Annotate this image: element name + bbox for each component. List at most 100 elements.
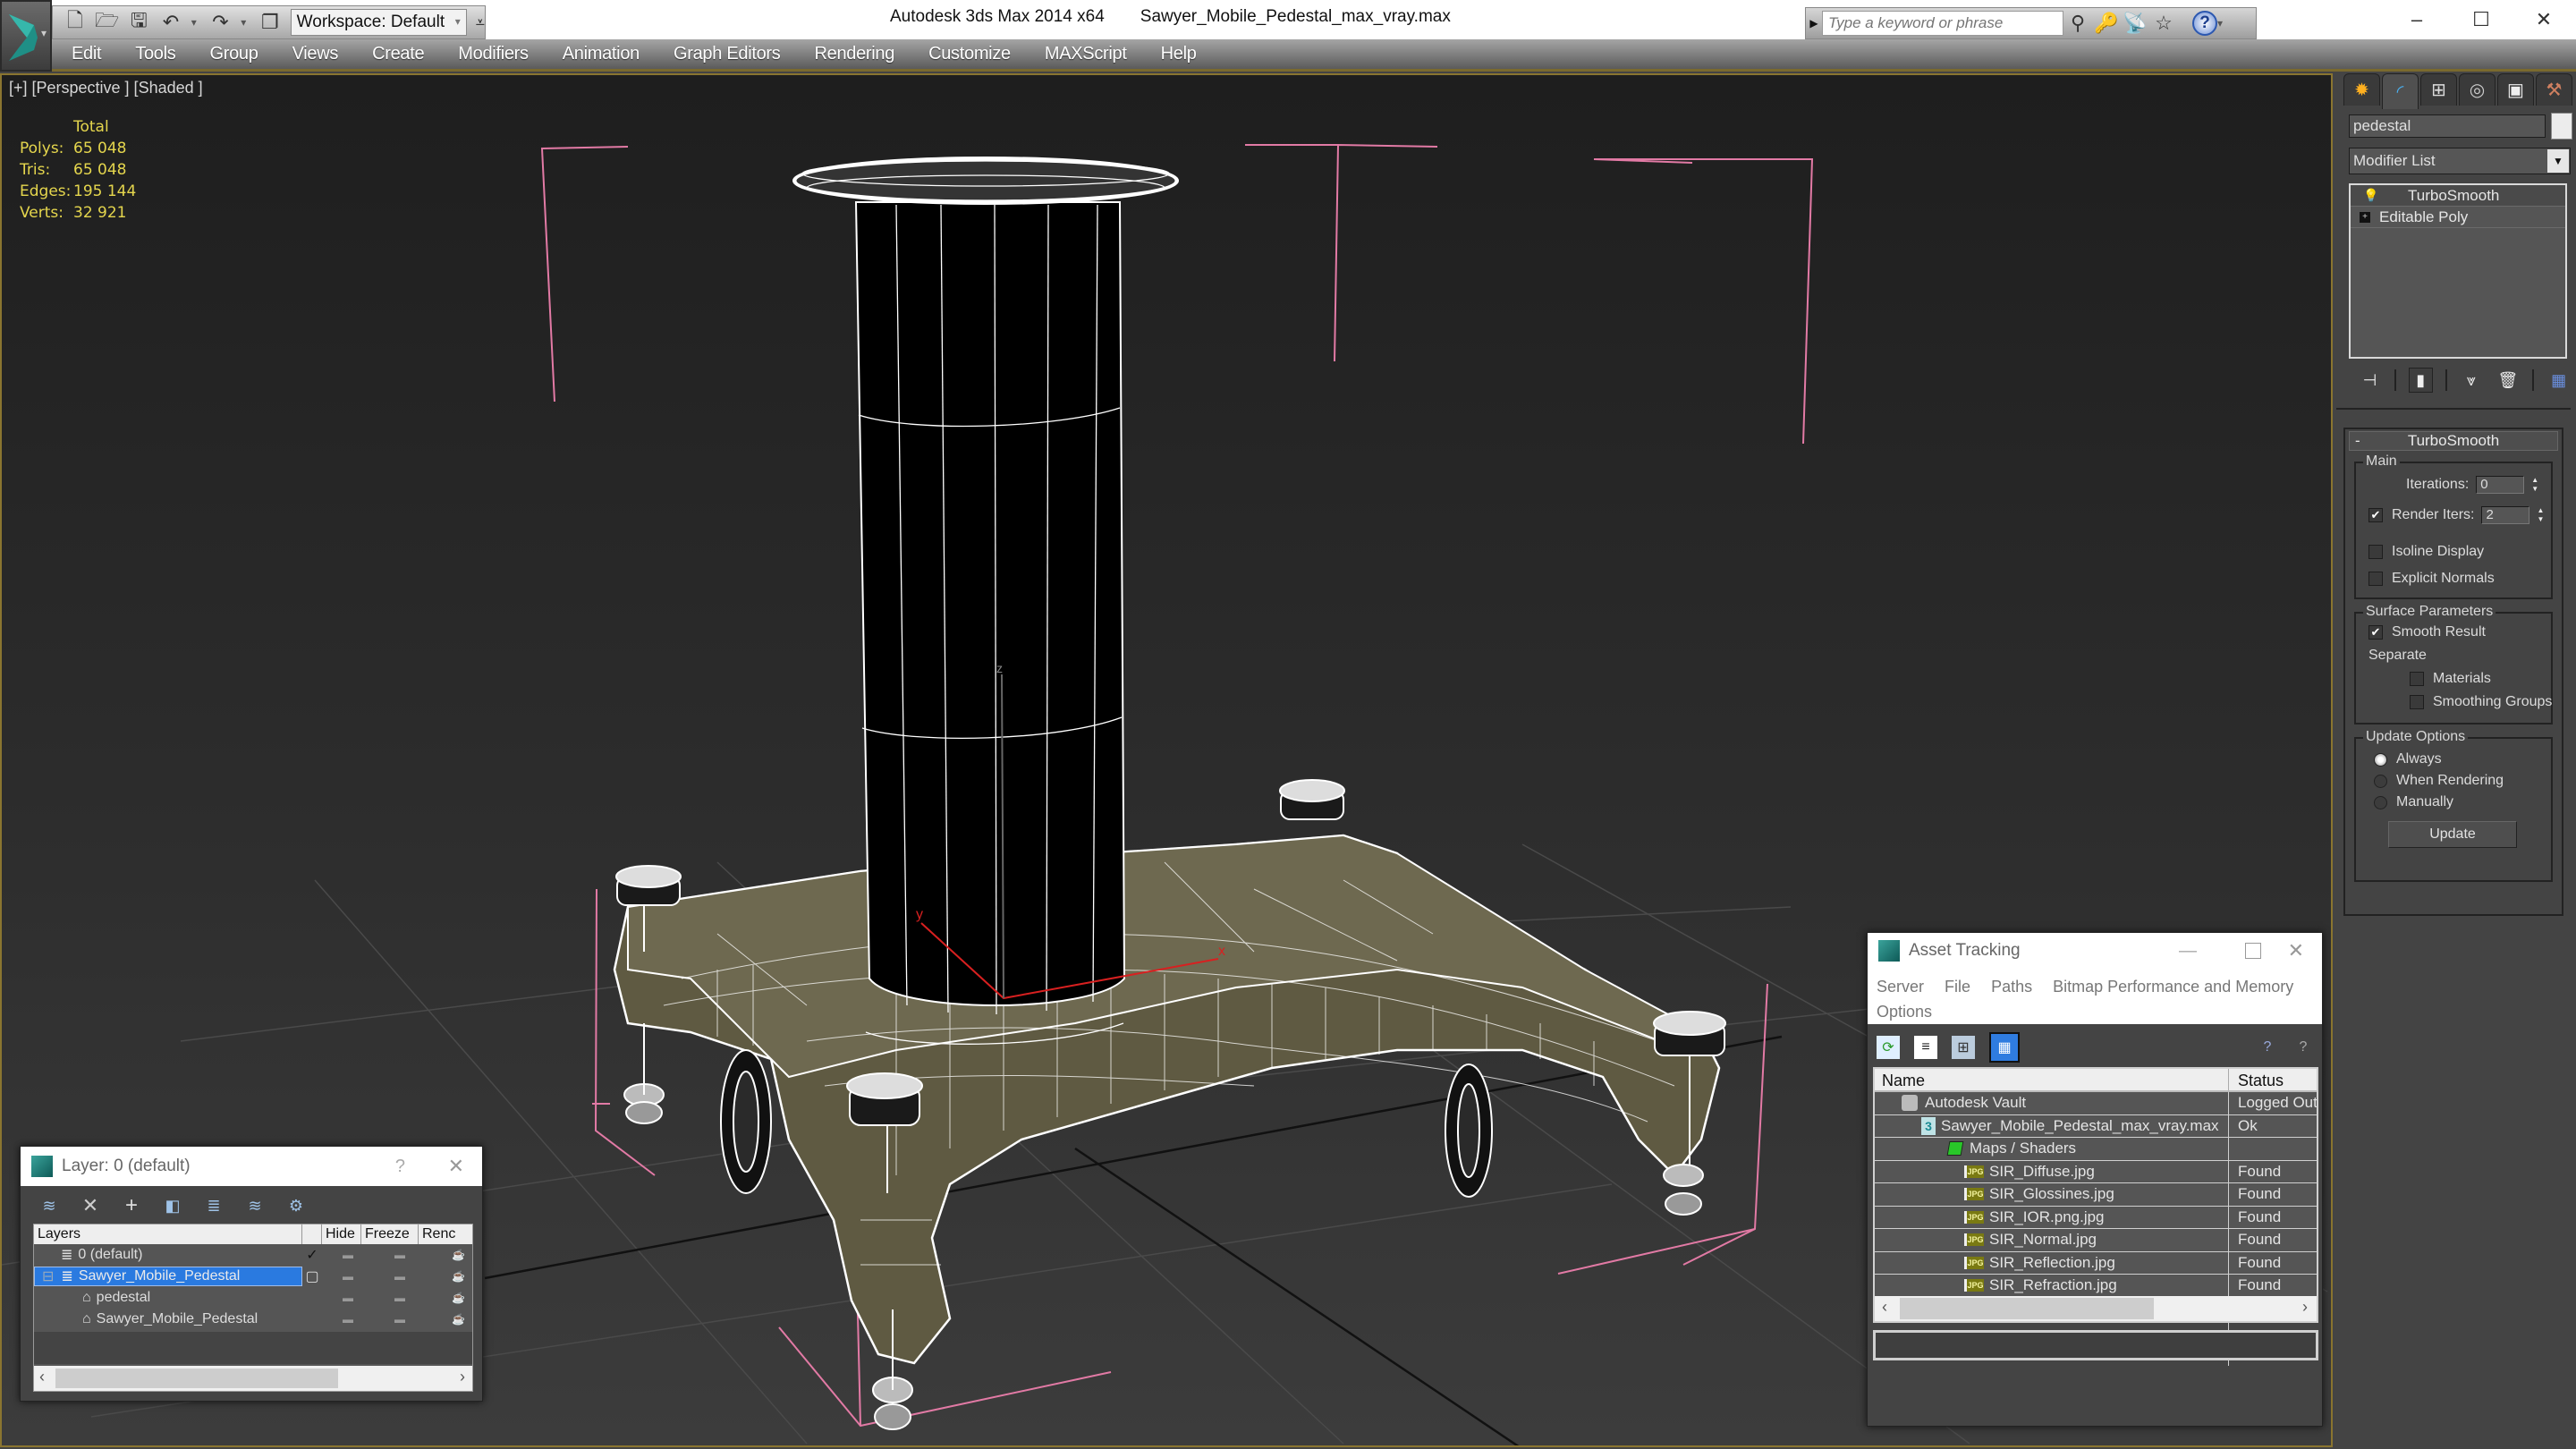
scrollbar-thumb[interactable]	[55, 1368, 338, 1388]
asset-path-field[interactable]	[1873, 1330, 2318, 1360]
freeze-toggle[interactable]: ▬	[374, 1313, 426, 1326]
refresh-icon[interactable]: ⟳	[1877, 1036, 1900, 1059]
list-view-icon[interactable]: ≡	[1914, 1036, 1937, 1059]
table-view-icon[interactable]: ▦	[1989, 1032, 2020, 1063]
key-icon[interactable]: 🔑	[2092, 10, 2121, 37]
render-teapot-icon[interactable]: ☕	[426, 1292, 465, 1304]
project-folder-icon[interactable]: ❐	[258, 11, 282, 34]
context-help-icon[interactable]: ?	[2292, 1036, 2315, 1059]
spinner-arrows-icon[interactable]: ▲ ▼	[2528, 476, 2542, 494]
scroll-left-icon[interactable]: ‹	[39, 1368, 45, 1386]
pin-stack-icon[interactable]: ⊣	[2358, 368, 2382, 393]
menu-animation[interactable]: Animation	[563, 44, 640, 64]
create-tab[interactable]: ✹	[2343, 73, 2380, 106]
active-checkbox[interactable]: ▢	[302, 1267, 322, 1285]
render-teapot-icon[interactable]: ☕	[426, 1313, 465, 1326]
asset-row[interactable]: JPG SIR_IOR.png.jpg Found	[1875, 1206, 2317, 1229]
display-tab[interactable]: ▣	[2497, 73, 2534, 106]
col-freeze[interactable]: Freeze	[361, 1224, 419, 1244]
binoculars-search-icon[interactable]: ⚲	[2063, 10, 2092, 37]
hide-toggle[interactable]: ▬	[322, 1313, 374, 1326]
radio-button[interactable]	[2374, 795, 2387, 809]
star-icon[interactable]: ☆	[2149, 10, 2178, 37]
search-input[interactable]	[1822, 11, 2063, 36]
minimize-button[interactable]: –	[2385, 0, 2449, 39]
active-check-icon[interactable]: ✓	[302, 1246, 322, 1264]
hide-toggle[interactable]: ▬	[322, 1292, 374, 1304]
modifier-list-dropdown[interactable]: Modifier List ▼	[2349, 148, 2571, 174]
menu-group[interactable]: Group	[209, 44, 258, 64]
object-row[interactable]: ⌂ Sawyer_Mobile_Pedestal ▬ ▬ ☕	[34, 1309, 472, 1330]
select-layer-icon[interactable]: ≣	[203, 1195, 225, 1216]
scroll-left-icon[interactable]: ‹	[1882, 1298, 1887, 1317]
layer-row[interactable]: ⊟ ≣ Sawyer_Mobile_Pedestal ▢ ▬ ▬ ☕	[34, 1266, 472, 1287]
menu-maxscript[interactable]: MAXScript	[1045, 44, 1127, 64]
select-objects-icon[interactable]: ◧	[162, 1195, 183, 1216]
customize-quick-access-icon[interactable]: ⩡	[476, 13, 485, 32]
tree-view-icon[interactable]: ⊞	[1952, 1036, 1975, 1059]
col-render[interactable]: Renc	[419, 1224, 472, 1244]
maximize-button[interactable]: ☐	[2449, 0, 2513, 39]
rollout-header[interactable]: - TurboSmooth	[2349, 431, 2558, 451]
help-icon[interactable]: ?	[2192, 11, 2217, 36]
menu-options[interactable]: Options	[1877, 1003, 1932, 1021]
menu-tools[interactable]: Tools	[135, 44, 176, 64]
expand-arrow-icon[interactable]: ▶	[1806, 17, 1822, 30]
scroll-right-icon[interactable]: ›	[460, 1368, 465, 1386]
save-icon[interactable]: 🖫	[128, 9, 151, 34]
expand-plus-icon[interactable]: +	[2360, 211, 2370, 223]
dialog-title-bar[interactable]: Asset Tracking — ✕	[1868, 933, 2322, 969]
col-active[interactable]	[302, 1224, 322, 1244]
undo-dropdown-icon[interactable]: ▾	[191, 16, 200, 29]
render-teapot-icon[interactable]: ☕	[426, 1249, 465, 1261]
menu-bitmap-performance[interactable]: Bitmap Performance and Memory	[2053, 978, 2293, 996]
materials-checkbox[interactable]	[2410, 672, 2424, 686]
asset-row[interactable]: 3 Sawyer_Mobile_Pedestal_max_vray.max Ok	[1875, 1114, 2317, 1138]
asset-row[interactable]: JPG SIR_Normal.jpg Found	[1875, 1229, 2317, 1252]
collapse-icon[interactable]: ⊟	[42, 1267, 54, 1285]
motion-tab[interactable]: ◎	[2459, 73, 2496, 106]
hide-toggle[interactable]: ▬	[322, 1270, 374, 1283]
chevron-down-icon[interactable]: ▾	[2217, 17, 2226, 30]
utilities-tab[interactable]: ⚒	[2536, 73, 2572, 106]
close-button[interactable]: ✕	[2512, 0, 2576, 39]
freeze-toggle[interactable]: ▬	[374, 1249, 426, 1261]
stack-item-editable-poly[interactable]: + Editable Poly	[2351, 207, 2565, 228]
scroll-right-icon[interactable]: ›	[2302, 1298, 2308, 1317]
update-manually-option[interactable]: Manually	[2374, 794, 2453, 810]
application-menu-button[interactable]: ▾	[0, 0, 52, 72]
scrollbar-thumb[interactable]	[1900, 1298, 2154, 1319]
col-status[interactable]: Status	[2229, 1069, 2317, 1090]
freeze-toggle[interactable]: ▬	[374, 1270, 426, 1283]
col-hide[interactable]: Hide	[322, 1224, 361, 1244]
online-help-icon[interactable]: ?	[2256, 1036, 2279, 1059]
smooth-result-checkbox[interactable]: ✔	[2368, 625, 2383, 640]
modify-tab[interactable]: ◜	[2382, 73, 2419, 109]
iterations-field[interactable]: 0	[2476, 476, 2525, 494]
menu-modifiers[interactable]: Modifiers	[458, 44, 529, 64]
lightbulb-icon[interactable]: 💡	[2363, 188, 2378, 203]
layer-settings-icon[interactable]: ⚙	[285, 1195, 307, 1216]
configure-modifier-sets-icon[interactable]: ▦	[2546, 368, 2571, 393]
radio-button[interactable]	[2374, 774, 2387, 788]
object-name-field[interactable]	[2349, 114, 2546, 138]
menu-graph-editors[interactable]: Graph Editors	[674, 44, 781, 64]
object-color-swatch[interactable]	[2551, 113, 2572, 140]
col-layers[interactable]: Layers	[34, 1224, 302, 1244]
close-button[interactable]: ✕	[448, 1155, 464, 1178]
redo-icon[interactable]: ↷	[209, 11, 233, 34]
hide-toggle[interactable]: ▬	[322, 1249, 374, 1261]
menu-customize[interactable]: Customize	[928, 44, 1011, 64]
horizontal-scrollbar[interactable]: ‹ ›	[1875, 1296, 2317, 1321]
hierarchy-tab[interactable]: ⊞	[2420, 73, 2457, 106]
workspace-select[interactable]: Workspace: Default ▾	[290, 9, 467, 36]
open-file-icon[interactable]: 🗁	[95, 9, 119, 34]
asset-row[interactable]: Maps / Shaders	[1875, 1138, 2317, 1161]
isoline-display-checkbox[interactable]	[2368, 545, 2383, 559]
menu-create[interactable]: Create	[372, 44, 425, 64]
add-to-layer-icon[interactable]: +	[121, 1193, 142, 1217]
stack-item-turbosmooth[interactable]: 💡 TurboSmooth	[2351, 185, 2565, 207]
explicit-normals-checkbox[interactable]	[2368, 572, 2383, 586]
asset-row[interactable]: JPG SIR_Glossines.jpg Found	[1875, 1183, 2317, 1207]
asset-row[interactable]: JPG SIR_Diffuse.jpg Found	[1875, 1160, 2317, 1183]
